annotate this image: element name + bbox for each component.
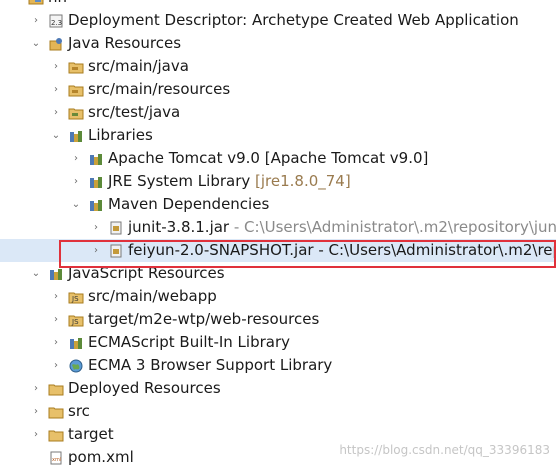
tree-item-deployed-resources[interactable]: › Deployed Resources: [0, 377, 556, 400]
tree-item-label: hh: [48, 0, 67, 9]
tree-item-feiyun-jar[interactable]: › feiyun-2.0-SNAPSHOT.jar - C:\Users\Adm…: [0, 239, 556, 262]
chevron-down-icon[interactable]: ⌄: [70, 193, 82, 216]
tree-item-label: Apache Tomcat v9.0 [Apache Tomcat v9.0]: [108, 149, 429, 167]
tree-item-label: ECMA 3 Browser Support Library: [88, 356, 333, 374]
svg-text:2.3: 2.3: [51, 19, 62, 27]
tree-item-label: ECMAScript Built-In Library: [88, 333, 291, 351]
tree-item-label: target: [68, 425, 114, 443]
chevron-right-icon[interactable]: ›: [30, 9, 42, 32]
chevron-right-icon[interactable]: ›: [70, 147, 82, 170]
tree-item-label: src: [68, 402, 90, 420]
tree-item-label: src/main/webapp: [88, 287, 217, 305]
tree-item-libraries[interactable]: ⌄ Libraries: [0, 124, 556, 147]
tree-item-label-group: JRE System Library [jre1.8.0_74]: [108, 170, 351, 193]
tree-item-src-main-java[interactable]: › src/main/java: [0, 55, 556, 78]
chevron-right-icon[interactable]: ›: [30, 400, 42, 423]
tree-item-label: src/main/resources: [88, 80, 231, 98]
chevron-right-icon[interactable]: ›: [90, 239, 102, 262]
tree-item-src-main-webapp[interactable]: › JS src/main/webapp: [0, 285, 556, 308]
web-folder-icon: JS: [68, 292, 84, 304]
java-resources-icon: [49, 38, 62, 51]
tree-item-label: Maven Dependencies: [108, 195, 270, 213]
tree-item-tomcat[interactable]: › Apache Tomcat v9.0 [Apache Tomcat v9.0…: [0, 147, 556, 170]
chevron-right-icon[interactable]: ›: [50, 285, 62, 308]
chevron-down-icon[interactable]: ⌄: [30, 262, 42, 285]
tree-item-project[interactable]: ⌄ hh: [0, 0, 556, 9]
source-folder-icon: [68, 85, 84, 97]
jar-icon: [110, 244, 122, 258]
chevron-right-icon[interactable]: ›: [70, 170, 82, 193]
deployment-descriptor-icon: 2.3: [49, 14, 63, 28]
library-icon: [90, 200, 102, 211]
watermark: https://blog.csdn.net/qq_33396183: [339, 443, 550, 457]
chevron-down-icon[interactable]: ⌄: [14, 0, 26, 9]
xml-file-icon: xml: [50, 451, 62, 465]
tree-item-java-resources[interactable]: ⌄ Java Resources: [0, 32, 556, 55]
tree-item-javascript-resources[interactable]: ⌄ JavaScript Resources: [0, 262, 556, 285]
tree-item-label: Deployed Resources: [68, 379, 221, 397]
tree-item-jre[interactable]: › JRE System Library [jre1.8.0_74]: [0, 170, 556, 193]
tree-item-ecma3-library[interactable]: › ECMA 3 Browser Support Library: [0, 354, 556, 377]
project-icon: [28, 0, 44, 5]
web-folder-icon: JS: [68, 315, 84, 327]
library-icon: [70, 338, 82, 349]
tree-item-label: target/m2e-wtp/web-resources: [88, 310, 320, 328]
svg-text:JS: JS: [71, 295, 79, 303]
tree-item-label: Deployment Descriptor: Archetype Created…: [68, 11, 519, 29]
tree-item-deployment-descriptor[interactable]: › 2.3 Deployment Descriptor: Archetype C…: [0, 9, 556, 32]
source-folder-icon: [68, 108, 84, 120]
tree-item-label: Libraries: [88, 126, 153, 144]
tree-item-path: - C:\Users\Administrator\.m2\repository\…: [229, 218, 556, 236]
tree-item-qualifier: [jre1.8.0_74]: [255, 172, 351, 190]
folder-icon: [48, 384, 64, 396]
chevron-right-icon[interactable]: ›: [50, 101, 62, 124]
svg-text:JS: JS: [71, 318, 79, 326]
chevron-right-icon[interactable]: ›: [50, 55, 62, 78]
project-explorer-tree: ⌄ hh › 2.3 Deployment Descriptor: Archet…: [0, 0, 556, 469]
svg-text:xml: xml: [52, 457, 61, 463]
tree-item-label: src/main/java: [88, 57, 189, 75]
tree-item-src[interactable]: › src: [0, 400, 556, 423]
tree-item-junit-jar[interactable]: › junit-3.8.1.jar - C:\Users\Administrat…: [0, 216, 556, 239]
tree-item-web-resources[interactable]: › JS target/m2e-wtp/web-resources: [0, 308, 556, 331]
tree-item-src-test-java[interactable]: › src/test/java: [0, 101, 556, 124]
tree-item-ecmascript-library[interactable]: › ECMAScript Built-In Library: [0, 331, 556, 354]
tree-item-label: src/test/java: [88, 103, 181, 121]
chevron-right-icon[interactable]: ›: [50, 308, 62, 331]
libraries-icon: [70, 131, 82, 142]
chevron-down-icon[interactable]: ⌄: [30, 32, 42, 55]
chevron-down-icon[interactable]: ⌄: [50, 124, 62, 147]
tree-item-label: junit-3.8.1.jar: [128, 218, 230, 236]
chevron-right-icon[interactable]: ›: [30, 377, 42, 400]
tree-item-label: pom.xml: [68, 448, 134, 466]
library-icon: [90, 154, 102, 165]
globe-icon: [69, 359, 83, 373]
tree-item-src-main-resources[interactable]: › src/main/resources: [0, 78, 556, 101]
folder-icon: [48, 407, 64, 419]
chevron-right-icon[interactable]: ›: [30, 423, 42, 446]
tree-item-label: Java Resources: [68, 34, 182, 52]
chevron-right-icon[interactable]: ›: [90, 216, 102, 239]
chevron-right-icon[interactable]: ›: [50, 331, 62, 354]
source-folder-icon: [68, 62, 84, 74]
tree-item-label-group: junit-3.8.1.jar - C:\Users\Administrator…: [128, 216, 556, 239]
tree-item-label: feiyun-2.0-SNAPSHOT.jar - C:\Users\Admin…: [128, 241, 556, 259]
tree-item-label: JavaScript Resources: [68, 264, 225, 282]
folder-icon: [48, 430, 64, 442]
jar-icon: [110, 221, 122, 235]
tree-item-label: JRE System Library: [108, 172, 256, 190]
chevron-right-icon[interactable]: ›: [50, 78, 62, 101]
library-icon: [90, 177, 102, 188]
tree-item-maven-dependencies[interactable]: ⌄ Maven Dependencies: [0, 193, 556, 216]
chevron-right-icon[interactable]: ›: [50, 354, 62, 377]
javascript-resources-icon: [50, 269, 62, 280]
